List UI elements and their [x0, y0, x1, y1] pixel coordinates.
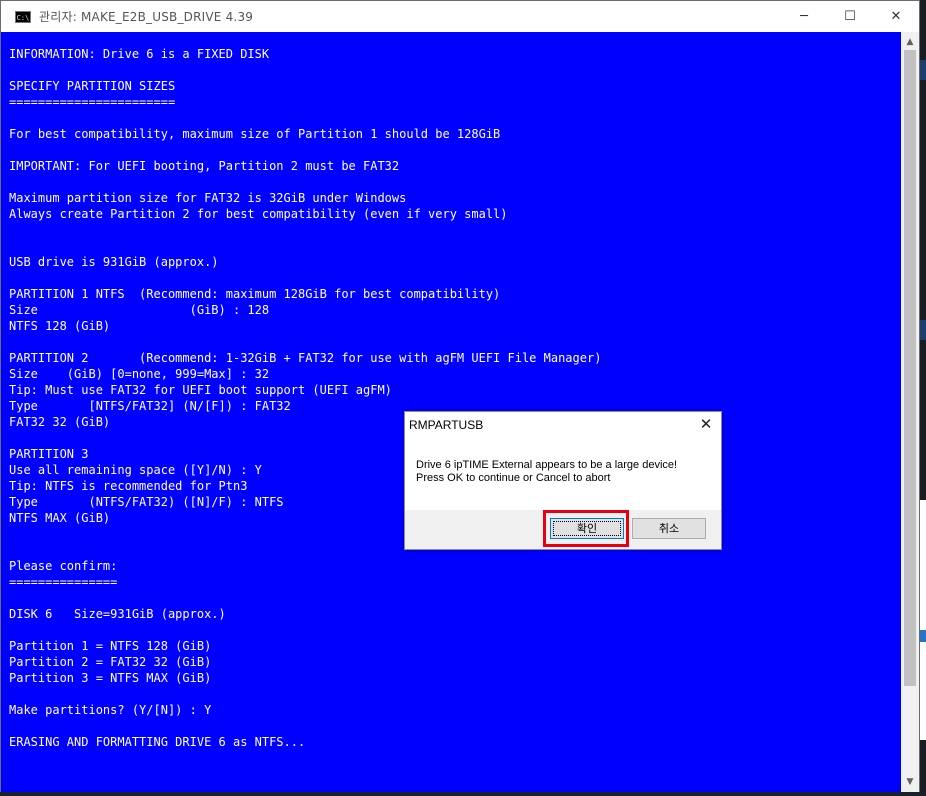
console-line: ERASING AND FORMATTING DRIVE 6 as NTFS..…: [9, 735, 306, 749]
console-line: Use all remaining space ([Y]/N) : Y: [9, 463, 262, 477]
cancel-button[interactable]: 취소: [632, 518, 706, 539]
console-line: Please confirm:: [9, 559, 118, 573]
background-panel: [920, 500, 926, 740]
console-window: C:\ 관리자: MAKE_E2B_USB_DRIVE 4.39 ─ ☐ ✕ I…: [0, 0, 920, 792]
console-line: Partition 2 = FAT32 32 (GiB): [9, 655, 212, 669]
scroll-up-arrow-icon[interactable]: ▲: [901, 34, 919, 50]
console-line: Always create Partition 2 for best compa…: [9, 207, 508, 221]
scroll-down-arrow-icon[interactable]: ▼: [901, 774, 919, 790]
console-line: Tip: Must use FAT32 for UEFI boot suppor…: [9, 383, 392, 397]
console-line: NTFS MAX (GiB): [9, 511, 111, 525]
console-line: Tip: NTFS is recommended for Ptn3: [9, 479, 248, 493]
console-line: USB drive is 931GiB (approx.): [9, 255, 219, 269]
background-window-edge: [920, 0, 926, 796]
close-button[interactable]: ✕: [873, 1, 919, 32]
window-controls: ─ ☐ ✕: [781, 1, 919, 32]
maximize-button[interactable]: ☐: [827, 1, 873, 32]
minimize-button[interactable]: ─: [781, 1, 827, 32]
dialog-title-bar[interactable]: RMPARTUSB ✕: [405, 412, 721, 437]
dialog-body: Drive 6 ipTIME External appears to be a …: [405, 437, 721, 510]
console-line: =======================: [9, 95, 176, 109]
title-bar[interactable]: C:\ 관리자: MAKE_E2B_USB_DRIVE 4.39 ─ ☐ ✕: [1, 1, 919, 32]
window-title: 관리자: MAKE_E2B_USB_DRIVE 4.39: [39, 10, 254, 24]
desktop-edge: [0, 792, 926, 796]
console-line: Partition 1 = NTFS 128 (GiB): [9, 639, 212, 653]
console-text: INFORMATION: Drive 6 is a FIXED DISK SPE…: [1, 32, 901, 750]
console-line: FAT32 32 (GiB): [9, 415, 111, 429]
dialog-message-line: Press OK to continue or Cancel to abort: [416, 472, 611, 484]
console-line: SPECIFY PARTITION SIZES: [9, 79, 176, 93]
console-line: INFORMATION: Drive 6 is a FIXED DISK: [9, 47, 270, 61]
background-segment: [920, 60, 926, 80]
dialog-message: Drive 6 ipTIME External appears to be a …: [416, 459, 677, 485]
console-line: NTFS 128 (GiB): [9, 319, 111, 333]
scroll-thumb[interactable]: [904, 50, 916, 686]
console-line: PARTITION 1 NTFS (Recommend: maximum 128…: [9, 287, 501, 301]
ok-button-highlight-annotation: [543, 510, 629, 547]
vertical-scrollbar[interactable]: ▲ ▼: [901, 32, 919, 792]
console-line: For best compatibility, maximum size of …: [9, 127, 501, 141]
dialog-message-line: Drive 6 ipTIME External appears to be a …: [416, 459, 678, 471]
console-line: IMPORTANT: For UEFI booting, Partition 2…: [9, 159, 400, 173]
console-line: PARTITION 3: [9, 447, 89, 461]
cancel-button-label: 취소: [658, 522, 680, 535]
console-line: Maximum partition size for FAT32 is 32Gi…: [9, 191, 407, 205]
console-line: Type (NTFS/FAT32) ([N]/F) : NTFS: [9, 495, 284, 509]
console-line: ===============: [9, 575, 118, 589]
background-segment: [920, 320, 926, 340]
console-line: Size (GiB) [0=none, 999=Max] : 32: [9, 367, 270, 381]
background-selection: [920, 630, 926, 642]
dialog-title: RMPARTUSB: [409, 418, 484, 432]
console-app-icon: C:\: [15, 10, 31, 23]
console-line: DISK 6 Size=931GiB (approx.): [9, 607, 226, 621]
console-line: Partition 3 = NTFS MAX (GiB): [9, 671, 212, 685]
console-line: PARTITION 2 (Recommend: 1-32GiB + FAT32 …: [9, 351, 602, 365]
console-line: Make partitions? (Y/[N]) : Y: [9, 703, 212, 717]
dialog-close-icon[interactable]: ✕: [691, 412, 721, 437]
console-line: Type [NTFS/FAT32] (N/[F]) : FAT32: [9, 399, 291, 413]
console-line: Size (GiB) : 128: [9, 303, 270, 317]
